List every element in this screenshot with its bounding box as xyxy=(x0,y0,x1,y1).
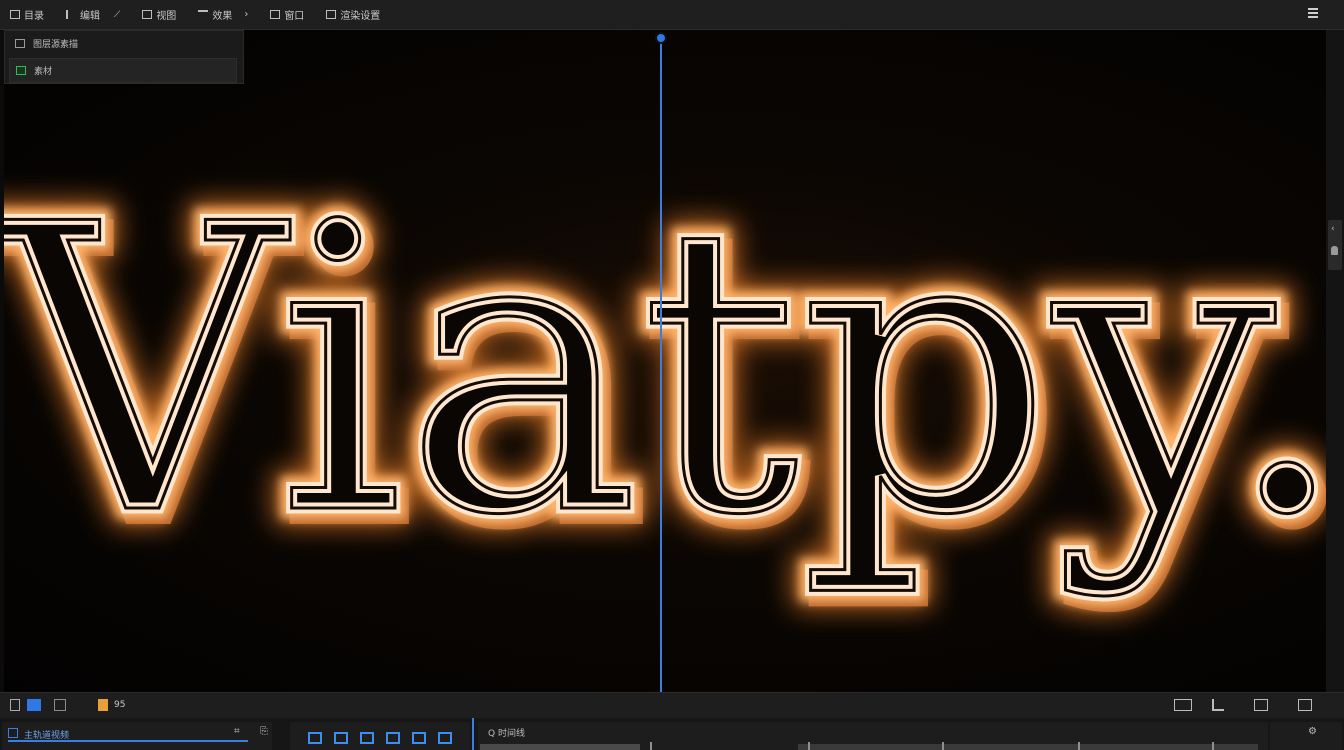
pen-tool-icon[interactable] xyxy=(412,732,426,744)
link-icon[interactable]: ⎘ xyxy=(260,726,268,737)
top-menu-bar: 目录 编辑 ⟋ 视图 效果 › 窗口 渲染设置 xyxy=(0,0,1344,30)
menu-item-3[interactable]: 效果 › xyxy=(198,7,248,22)
safe-area-icon[interactable] xyxy=(54,699,66,711)
neon-text-render: Viatpy. Viatpy. Viatpy. Viatpy. Viatpy. xyxy=(4,124,1326,619)
hand-tool-icon[interactable] xyxy=(386,732,400,744)
layout-icon xyxy=(10,10,20,19)
layer-row-1[interactable]: 素材 xyxy=(9,58,237,83)
layer-panel: 图层源素描 素材 xyxy=(4,30,244,84)
export-frame-icon[interactable] xyxy=(1212,699,1224,711)
timeline-track-label: Q 时间线 xyxy=(488,729,525,739)
timeline-marker[interactable] xyxy=(942,742,944,750)
settings-icon[interactable]: ⌗ xyxy=(234,726,240,737)
right-side-strip: ‹ xyxy=(1326,30,1344,692)
color-swatch-icon[interactable] xyxy=(98,699,108,711)
select-tool-icon[interactable] xyxy=(308,732,322,744)
slip-tool-icon[interactable] xyxy=(360,732,374,744)
timeline-marker[interactable] xyxy=(1078,742,1080,750)
popout-icon[interactable] xyxy=(1298,699,1312,711)
side-panel-toggle[interactable]: ‹ xyxy=(1328,220,1342,270)
user-icon xyxy=(1331,246,1338,255)
track-bar[interactable] xyxy=(798,744,1258,750)
track-icon xyxy=(8,728,18,738)
menu-item-label: 编辑 xyxy=(80,11,100,22)
menu-item-label: 窗口 xyxy=(284,11,305,22)
timeline-right-panel: ⚙ xyxy=(1270,722,1342,750)
timeline-left-panel: 主轨道视频 ⌗ ⎘ xyxy=(2,722,272,750)
options-icon[interactable]: ⚙ xyxy=(1308,726,1317,737)
timeline-marker[interactable] xyxy=(650,742,652,750)
playhead-top-handle[interactable] xyxy=(655,32,667,44)
layer-icon xyxy=(15,39,25,48)
menu-item-label: 渲染设置 xyxy=(340,11,381,22)
chevron-left-icon: ‹ xyxy=(1331,224,1335,234)
menu-item-5[interactable]: 渲染设置 xyxy=(326,7,380,22)
track-progress xyxy=(8,740,248,742)
fullscreen-icon[interactable] xyxy=(1254,699,1268,711)
neon-inner-line: Viatpy. xyxy=(4,141,1326,602)
menu-item-label: 效果 xyxy=(212,11,233,22)
effects-icon xyxy=(198,10,209,19)
menu-item-0[interactable]: 目录 xyxy=(10,7,44,22)
preview-viewer[interactable]: Viatpy. Viatpy. Viatpy. Viatpy. Viatpy. xyxy=(4,30,1326,692)
razor-tool-icon[interactable] xyxy=(334,732,348,744)
timeline-toolbar xyxy=(290,722,470,750)
zoom-value: 95 xyxy=(114,700,126,710)
menu-item-label: 目录 xyxy=(24,11,44,22)
fit-view-icon[interactable] xyxy=(27,699,41,711)
window-icon xyxy=(270,10,281,19)
hamburger-menu-icon[interactable] xyxy=(1308,8,1318,18)
timeline-area: 主轨道视频 ⌗ ⎘ Q 时间线 ⚙ xyxy=(0,718,1344,750)
text-tool-icon[interactable] xyxy=(438,732,452,744)
layer-row-label: 素材 xyxy=(34,67,53,77)
edit-icon xyxy=(66,10,76,19)
menu-item-2[interactable]: 视图 xyxy=(142,7,176,22)
monitor-icon[interactable] xyxy=(1174,699,1192,711)
menu-item-label: 视图 xyxy=(156,11,177,22)
menu-item-1[interactable]: 编辑 ⟋ xyxy=(66,7,120,22)
playhead-line[interactable] xyxy=(660,38,662,706)
timeline-divider xyxy=(472,718,474,750)
timeline-tracks[interactable]: Q 时间线 xyxy=(478,722,1268,750)
menu-item-4[interactable]: 窗口 xyxy=(270,7,304,22)
media-icon xyxy=(16,66,26,75)
layer-row-0[interactable]: 图层源素描 xyxy=(5,31,243,56)
grid-view-icon[interactable] xyxy=(10,699,20,711)
grid-icon xyxy=(142,10,153,19)
track-bar[interactable] xyxy=(480,744,640,750)
render-icon xyxy=(326,10,337,19)
viewer-status-bar: 95 xyxy=(0,692,1344,718)
timeline-marker[interactable] xyxy=(808,742,810,750)
layer-row-label: 图层源素描 xyxy=(33,40,79,50)
chevron-right-icon: › xyxy=(244,9,249,20)
chevron-icon: ⟋ xyxy=(114,9,121,20)
timeline-marker[interactable] xyxy=(1212,742,1214,750)
